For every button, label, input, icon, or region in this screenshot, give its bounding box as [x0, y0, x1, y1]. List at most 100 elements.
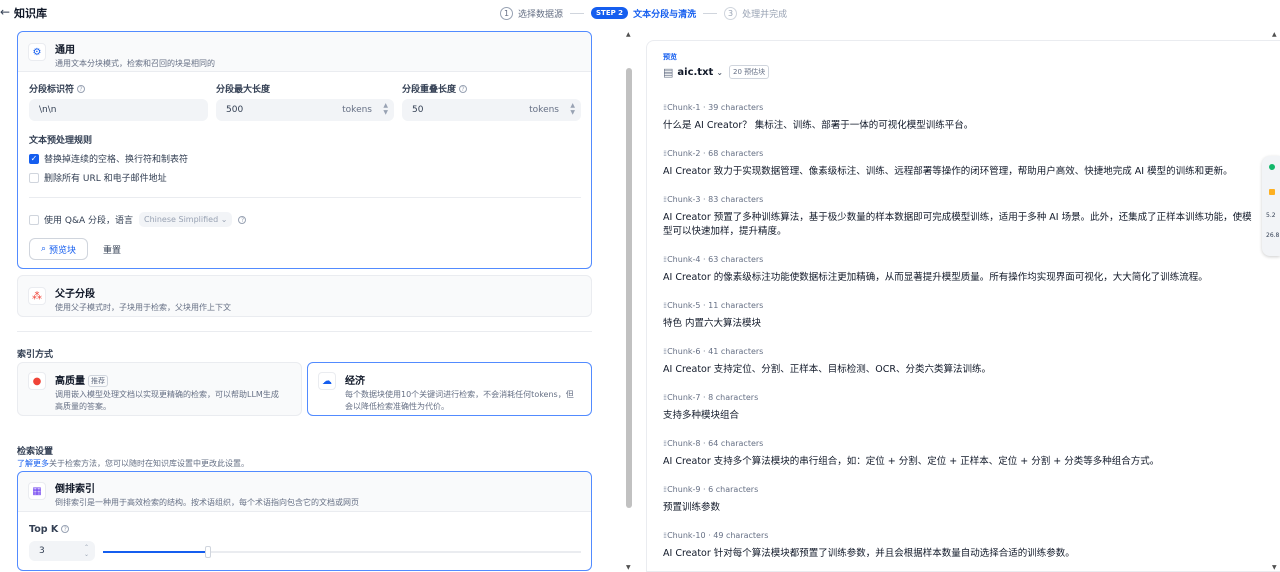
rule-remove-urls[interactable]: 删除所有 URL 和电子邮件地址 [29, 171, 167, 184]
chunk-chars: 41 characters [708, 347, 764, 356]
chunk-meta: ⁞⁞Chunk-10 · 49 characters [663, 531, 769, 540]
drag-handle-icon: ⁞⁞ [663, 149, 667, 158]
chunk-chars: 6 characters [708, 485, 759, 494]
chunk-item: ⁞⁞Chunk-10 · 49 characters AI Creator 针对每… [663, 531, 1261, 561]
chunk-chars: 49 characters [713, 531, 769, 540]
topk-slider-handle[interactable] [205, 546, 212, 558]
chunk-id: Chunk-4 [667, 255, 701, 264]
unit-label: tokens [342, 105, 372, 115]
checkbox-icon[interactable] [29, 172, 39, 183]
chunk-text: AI Creator 的像素级标注功能使数据标注更加精确，从而显著提升模型质量。… [663, 272, 1208, 283]
qa-segmentation-option[interactable]: 使用 Q&A 分段，语言 Chinese Simplified ⌄ ? [29, 212, 247, 227]
chunk-item: ⁞⁞Chunk-2 · 68 characters AI Creator 致力于实… [663, 149, 1261, 179]
parent-child-mode-card[interactable]: ⁂ 父子分段 使用父子模式时，子块用于检索，父块用作上下文 [17, 275, 592, 317]
scroll-up-icon[interactable]: ▲ [1272, 31, 1277, 38]
drag-handle-icon: ⁞⁞ [663, 347, 667, 356]
chunk-item: ⁞⁞Chunk-8 · 64 characters AI Creator 支持多个… [663, 439, 1261, 469]
inverted-index-card[interactable]: ▦ 倒排索引 倒排索引是一种用于高效检索的结构。按术语组织，每个术语指向包含它的… [17, 471, 592, 571]
floating-monitor-widget[interactable]: 5.2 26.8 [1262, 156, 1280, 256]
chunk-chars: 64 characters [708, 439, 764, 448]
chunk-item: ⁞⁞Chunk-1 · 39 characters 什么是 AI Creator？… [663, 103, 1261, 133]
chunk-chars: 8 characters [708, 393, 759, 402]
stepper-icon[interactable]: ▲ ▼ [383, 102, 388, 116]
topk-slider-fill [103, 551, 209, 553]
divider [17, 331, 592, 332]
preview-tag: 预览 [663, 53, 677, 61]
checkbox-icon[interactable] [29, 214, 39, 225]
max-length-label: 分段最大长度 [216, 85, 271, 95]
chevron-down-icon[interactable]: ⌄ [716, 68, 723, 77]
preview-scrollbar[interactable]: ▲ ▼ [1270, 26, 1280, 572]
reset-button[interactable]: 重置 [96, 238, 128, 260]
chunk-meta: ⁞⁞Chunk-1 · 39 characters [663, 103, 764, 112]
chunk-meta: ⁞⁞Chunk-8 · 64 characters [663, 439, 764, 448]
preprocess-label: 文本预处理规则 [29, 136, 93, 146]
overlap-input[interactable]: 50 tokens ▲ ▼ [402, 99, 581, 121]
chunk-text: 支持多种模块组合 [663, 410, 740, 421]
preview-chunks-button[interactable]: ⌕ 预览块 [29, 238, 88, 260]
general-mode-card[interactable]: ⚙ 通用 通用文本分块模式，检索和召回的块是相同的 分段标识符? \n\n 分段… [17, 31, 592, 269]
step-3-number: 3 [724, 6, 738, 20]
retrieval-help: 了解更多关于检索方法，您可以随时在知识库设置中更改此设置。 [17, 459, 249, 468]
stepper: 1 选择数据源 STEP 2 文本分段与清洗 3 处理并完成 [500, 5, 787, 21]
stepper-icon[interactable]: ⌃ ⌄ [84, 544, 89, 558]
step-divider [570, 12, 585, 14]
checkbox-checked-icon[interactable]: ✓ [29, 153, 39, 164]
learn-more-link[interactable]: 了解更多 [17, 459, 49, 468]
high-quality-index-card[interactable]: ● 高质量 推荐 调用嵌入模型处理文档以实现更精确的检索，可以帮助LLM生成 高质… [17, 362, 302, 416]
max-length-input[interactable]: 500 tokens ▲ ▼ [216, 99, 394, 121]
stepper-icon[interactable]: ▲ ▼ [570, 102, 575, 116]
delimiter-label: 分段标识符? [29, 82, 86, 95]
chunk-text: 什么是 AI Creator？ 集标注、训练、部署于一体的可视化模型训练平台。 [663, 120, 974, 131]
search-icon: ⌕ [40, 244, 47, 254]
drag-handle-icon: ⁞⁞ [663, 485, 667, 494]
overlap-label: 分段重叠长度? [402, 82, 468, 95]
parent-child-desc: 使用父子模式时，子块用于检索，父块用作上下文 [55, 303, 231, 312]
rule-replace-spaces[interactable]: ✓ 替换掉连续的空格、换行符和制表符 [29, 152, 188, 165]
document-icon: ▤ [663, 65, 674, 79]
parent-child-title: 父子分段 [55, 289, 95, 300]
general-title: 通用 [55, 45, 75, 56]
help-icon[interactable]: ? [238, 215, 247, 224]
economy-desc-1: 每个数据块使用10个关键词进行检索，不会消耗任何tokens，但 [345, 390, 574, 399]
help-icon[interactable]: ? [61, 525, 70, 533]
chunk-chars: 39 characters [708, 103, 764, 112]
step-2-number: STEP 2 [591, 7, 629, 19]
file-selector[interactable]: ▤ aic.txt ⌄ 20 预估块 [663, 65, 770, 79]
chunk-id: Chunk-9 [667, 485, 701, 494]
economy-title: 经济 [345, 376, 365, 387]
scroll-up-icon[interactable]: ▲ [626, 31, 631, 38]
step-1: 1 选择数据源 [500, 6, 563, 20]
chunk-text: 特色 内置六大算法模块 [663, 318, 762, 329]
status-dot-icon [1269, 164, 1275, 170]
topk-input[interactable]: 3 ⌃ ⌄ [29, 541, 95, 561]
high-quality-title: 高质量 推荐 [55, 372, 295, 387]
step-1-number: 1 [500, 6, 513, 20]
chunk-id: Chunk-3 [667, 195, 701, 204]
economy-desc-2: 会以降低检索准确性为代价。 [345, 402, 449, 411]
arrow-left-icon[interactable]: ← [0, 5, 10, 19]
economy-index-card[interactable]: ☁ 经济 每个数据块使用10个关键词进行检索，不会消耗任何tokens，但 会以… [307, 362, 592, 416]
step-2-label: 文本分段与清洗 [633, 9, 697, 20]
chunk-id: Chunk-2 [667, 149, 701, 158]
delimiter-input[interactable]: \n\n [29, 99, 208, 121]
top-bar: ← 知识库 1 选择数据源 STEP 2 文本分段与清洗 3 处理并完成 [0, 0, 1280, 26]
chunk-meta: ⁞⁞Chunk-5 · 11 characters [663, 301, 764, 310]
drag-handle-icon: ⁞⁞ [663, 255, 667, 264]
scroll-down-icon[interactable]: ▼ [626, 564, 631, 571]
chunk-meta: ⁞⁞Chunk-9 · 6 characters [663, 485, 759, 494]
help-icon[interactable]: ? [77, 85, 86, 93]
scroll-down-icon[interactable]: ▼ [1272, 564, 1277, 571]
preview-panel: 预览 ▤ aic.txt ⌄ 20 预估块 ⁞⁞Chunk-1 · 39 cha… [646, 40, 1280, 572]
drag-handle-icon: ⁞⁞ [663, 301, 667, 310]
chunk-text: AI Creator 支持多个算法模块的串行组合，如：定位 + 分割、定位 + … [663, 456, 1160, 467]
gear-icon: ⚙ [28, 43, 46, 61]
chunk-text: 预置训练参数 [663, 502, 721, 513]
language-select[interactable]: Chinese Simplified ⌄ [138, 212, 233, 227]
chunk-meta: ⁞⁞Chunk-2 · 68 characters [663, 149, 764, 158]
help-icon[interactable]: ? [459, 85, 468, 93]
chunk-item: ⁞⁞Chunk-5 · 11 characters 特色 内置六大算法模块 [663, 301, 1261, 331]
settings-scrollbar[interactable]: ▲ ▼ [624, 26, 634, 572]
widget-value-2: 26.8 [1266, 232, 1280, 239]
scrollbar-thumb[interactable] [626, 68, 632, 508]
